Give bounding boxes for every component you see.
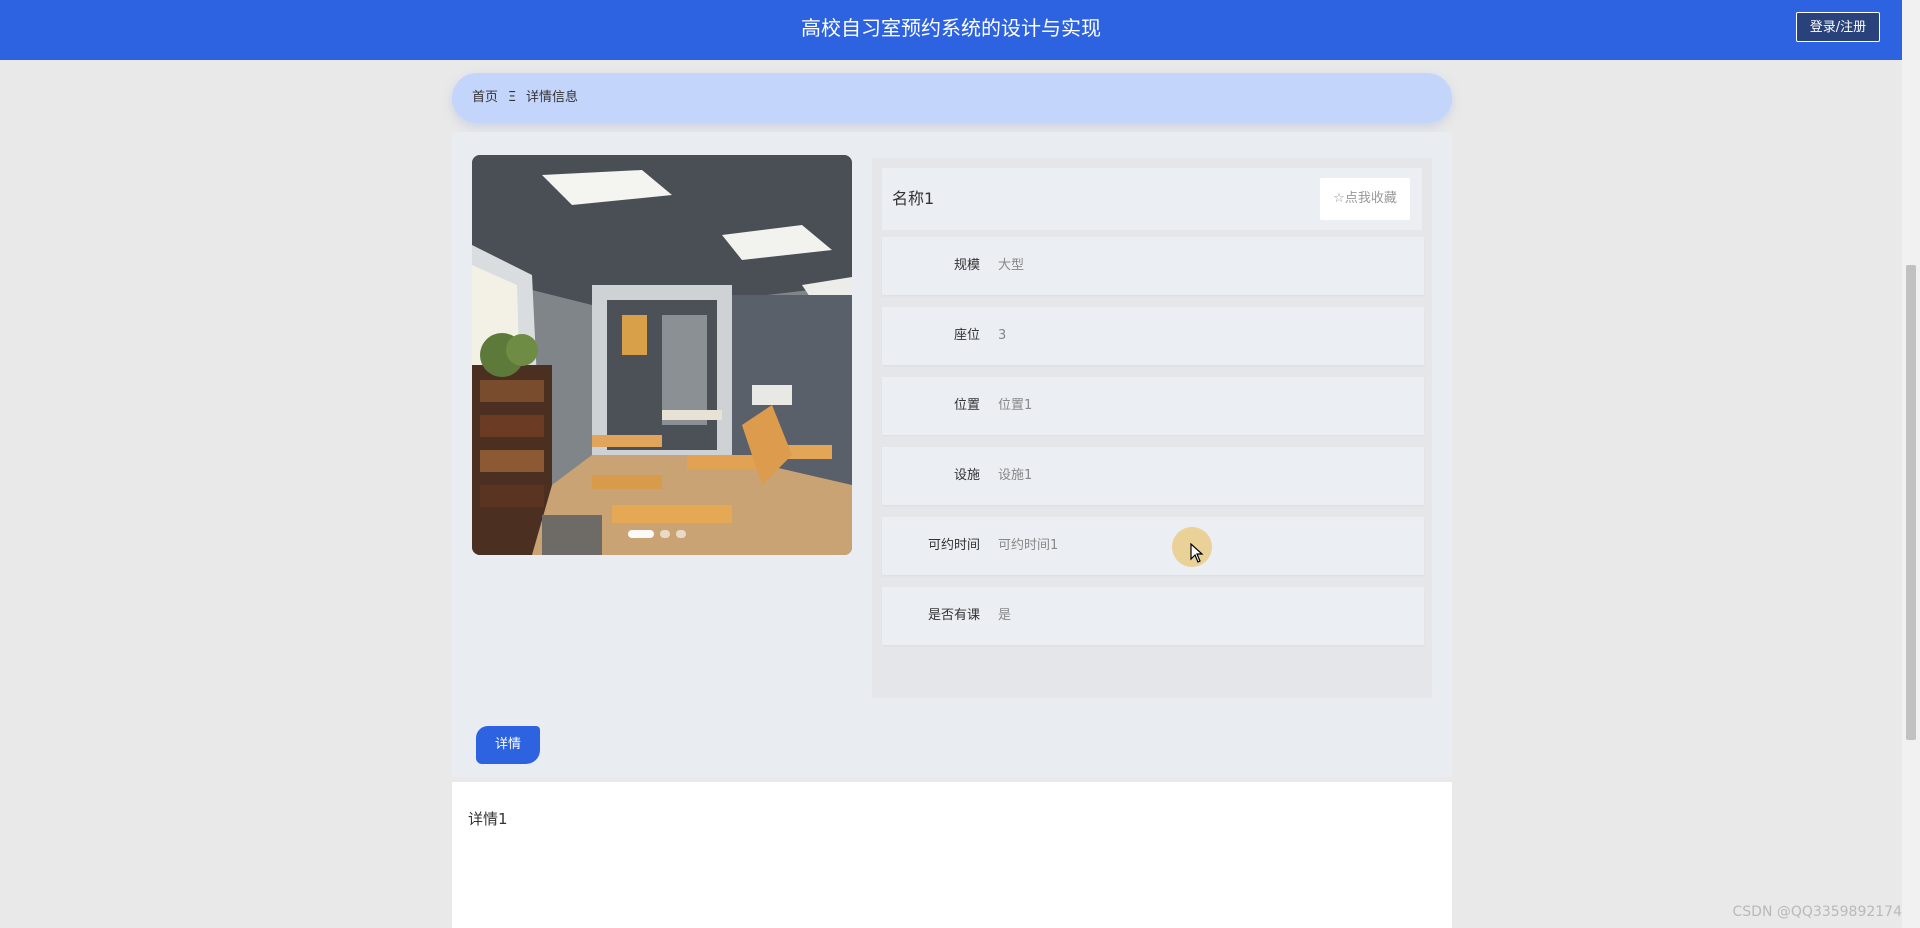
mouse-cursor-icon [1190,543,1204,563]
favorite-button[interactable]: ☆点我收藏 [1320,178,1410,220]
site-title: 高校自习室预约系统的设计与实现 [801,16,1101,40]
field-row-scale: 规模 大型 [882,237,1424,295]
scrollbar-thumb[interactable] [1906,265,1916,740]
field-value: 大型 [998,258,1025,273]
watermark: CSDN @QQ3359892174 [1732,904,1902,920]
field-value: 设施1 [998,468,1033,483]
field-label: 规模 [953,258,980,273]
field-label: 设施 [953,468,980,483]
top-header-bar: 高校自习室预约系统的设计与实现 登录/注册 [0,0,1902,60]
carousel-indicator[interactable] [660,530,670,538]
field-row-has-class: 是否有课 是 [882,587,1424,645]
study-room-photo [472,155,852,555]
breadcrumb: 首页 Ξ 详情信息 [452,73,1452,123]
breadcrumb-separator-icon: Ξ [508,90,517,105]
field-row-location: 位置 位置1 [882,377,1424,435]
field-label: 是否有课 [927,608,980,623]
breadcrumb-current: 详情信息 [526,90,579,105]
field-value: 是 [998,608,1012,623]
field-value: 位置1 [998,398,1033,413]
room-name: 名称1 [892,189,935,208]
detail-panel: 详情1 [452,782,1452,928]
room-name-row: 名称1 ☆点我收藏 [882,168,1422,230]
page: 高校自习室预约系统的设计与实现 登录/注册 首页 Ξ 详情信息 名称1 ☆点我收… [0,0,1920,928]
carousel-indicator[interactable] [628,530,654,538]
field-label: 位置 [953,398,980,413]
carousel-indicator[interactable] [676,530,686,538]
field-value: 可约时间1 [998,538,1059,553]
field-label: 可约时间 [927,538,980,553]
field-value: 3 [998,328,1007,343]
login-register-button[interactable]: 登录/注册 [1796,12,1880,42]
page-scrollbar[interactable] [1902,0,1920,928]
tab-details[interactable]: 详情 [476,726,540,764]
detail-content: 详情1 [468,810,508,828]
field-row-seats: 座位 3 [882,307,1424,365]
field-label: 座位 [953,328,980,343]
field-row-facilities: 设施 设施1 [882,447,1424,505]
breadcrumb-home-link[interactable]: 首页 [472,73,498,123]
room-photo-carousel[interactable]: ‹ › [472,155,852,555]
field-row-available-time: 可约时间 可约时间1 [882,517,1424,575]
